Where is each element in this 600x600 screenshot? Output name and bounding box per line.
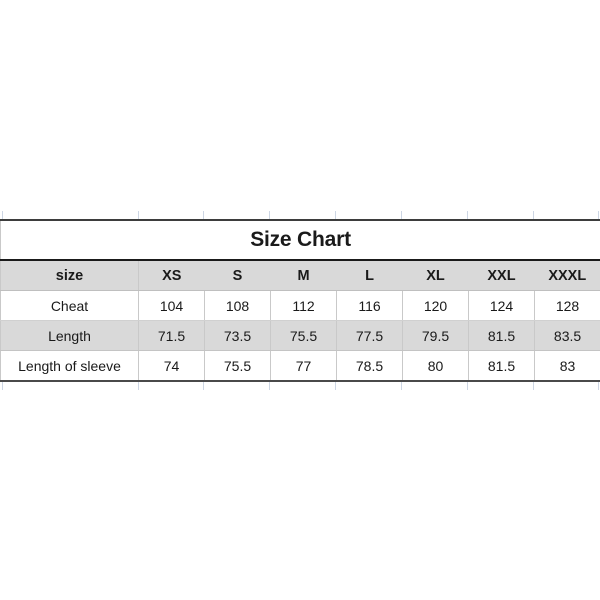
cell-cheat-l: 116 [336, 290, 403, 321]
table-row: Length of sleeve 74 75.5 77 78.5 80 81.5… [0, 350, 600, 382]
cell-length-xl: 79.5 [402, 320, 469, 351]
cell-length-m: 75.5 [270, 320, 337, 351]
grid-tick-icon [401, 211, 402, 219]
column-header-xl: XL [402, 260, 469, 291]
table-title-row: Size Chart [0, 219, 600, 261]
grid-tick-icon [138, 211, 139, 219]
column-header-xs: XS [138, 260, 205, 291]
size-chart-table: Size Chart size XS S M L XL XXL XXXL Che… [0, 219, 600, 382]
cell-cheat-xs: 104 [138, 290, 205, 321]
cell-cheat-xxl: 124 [468, 290, 535, 321]
table-row: Length 71.5 73.5 75.5 77.5 79.5 81.5 83.… [0, 320, 600, 351]
grid-tick-icon [598, 382, 599, 390]
grid-tick-icon [203, 211, 204, 219]
table-header-row: size XS S M L XL XXL XXXL [0, 260, 600, 291]
grid-tick-icon [401, 382, 402, 390]
grid-tick-icon [2, 211, 3, 219]
cell-length-xxl: 81.5 [468, 320, 535, 351]
column-header-size: size [0, 260, 139, 291]
cell-length-s: 73.5 [204, 320, 271, 351]
grid-tick-icon [467, 382, 468, 390]
grid-tick-icon [598, 211, 599, 219]
grid-tick-icon [2, 382, 3, 390]
column-header-l: L [336, 260, 403, 291]
grid-tick-icon [533, 211, 534, 219]
grid-tick-icon [335, 211, 336, 219]
page-title: Size Chart [0, 219, 600, 261]
cell-cheat-s: 108 [204, 290, 271, 321]
grid-tick-icon [203, 382, 204, 390]
grid-tick-icon [467, 211, 468, 219]
grid-tick-icon [269, 382, 270, 390]
grid-tick-icon [533, 382, 534, 390]
grid-ticks-bottom [0, 382, 600, 390]
cell-sleeve-xxl: 81.5 [468, 350, 535, 382]
row-label-cheat: Cheat [0, 290, 139, 321]
cell-sleeve-s: 75.5 [204, 350, 271, 382]
cell-sleeve-l: 78.5 [336, 350, 403, 382]
column-header-xxl: XXL [468, 260, 535, 291]
column-header-s: S [204, 260, 271, 291]
table-row: Cheat 104 108 112 116 120 124 128 [0, 290, 600, 321]
grid-tick-icon [138, 382, 139, 390]
size-chart-page: Size Chart size XS S M L XL XXL XXXL Che… [0, 0, 600, 600]
cell-cheat-xl: 120 [402, 290, 469, 321]
cell-sleeve-xl: 80 [402, 350, 469, 382]
cell-sleeve-xs: 74 [138, 350, 205, 382]
grid-tick-icon [269, 211, 270, 219]
size-chart-container: Size Chart size XS S M L XL XXL XXXL Che… [0, 211, 600, 390]
grid-ticks-top [0, 211, 600, 219]
cell-cheat-xxxl: 128 [533, 290, 600, 321]
cell-length-l: 77.5 [336, 320, 403, 351]
grid-tick-icon [335, 382, 336, 390]
row-label-length: Length [0, 320, 139, 351]
cell-cheat-m: 112 [270, 290, 337, 321]
column-header-xxxl: XXXL [534, 260, 600, 291]
cell-length-xxxl: 83.5 [533, 320, 600, 351]
cell-sleeve-xxxl: 83 [533, 350, 600, 382]
row-label-length-of-sleeve: Length of sleeve [0, 350, 139, 382]
cell-length-xs: 71.5 [138, 320, 205, 351]
cell-sleeve-m: 77 [270, 350, 337, 382]
column-header-m: M [270, 260, 337, 291]
